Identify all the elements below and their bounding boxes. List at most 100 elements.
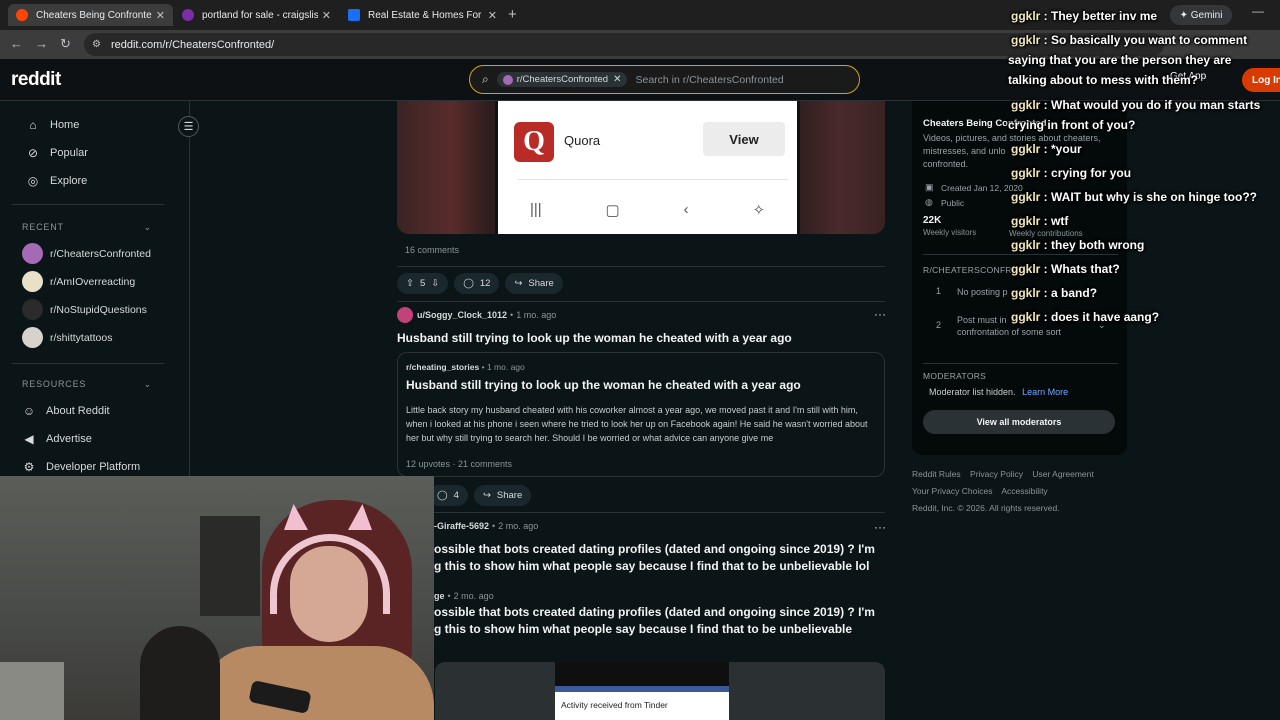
chat-message: ggklr : What would you do if you man sta…	[1011, 98, 1261, 112]
downvote-icon[interactable]: ⇩	[431, 278, 439, 289]
resources-section-toggle[interactable]: RESOURCES ⌄	[22, 379, 152, 390]
media-blur-background	[793, 101, 885, 234]
back-arrow-icon[interactable]: ←	[10, 36, 23, 51]
post-title-line: ossible that bots created dating profile…	[434, 542, 875, 556]
tab-craigslist[interactable]: portland for sale - craigslist ✕	[174, 4, 339, 26]
post-title[interactable]: Husband still trying to look up the woma…	[397, 330, 877, 347]
subreddit-avatar	[22, 327, 43, 348]
stream-chat-overlay: ggklr : They better inv me ggklr : So ba…	[1008, 0, 1280, 340]
recent-item-amioverreacting[interactable]: r/AmIOverreacting	[22, 271, 135, 292]
crosspost-card[interactable]: r/cheating_stories • 1 mo. ago Husband s…	[397, 352, 885, 477]
recent-section-toggle[interactable]: RECENT ⌄	[22, 222, 152, 233]
chat-username: ggklr	[1011, 166, 1041, 180]
weekly-visitors-value: 22K	[923, 215, 942, 226]
chat-text: So basically you want to comment	[1051, 33, 1248, 47]
chat-username: ggklr	[1011, 142, 1041, 156]
reddit-logo[interactable]: reddit	[11, 69, 61, 91]
chat-text: crying for you	[1051, 166, 1132, 180]
comments-count-text[interactable]: 16 comments	[405, 245, 459, 255]
site-info-icon[interactable]: ⚙	[92, 39, 101, 50]
divider	[518, 179, 788, 180]
crosspost-meta: ge • 2 mo. ago	[434, 591, 494, 601]
sidebar-item-about-reddit[interactable]: ☺ About Reddit	[22, 404, 110, 418]
footer-links: Reddit Rules Privacy Policy User Agreeme…	[912, 466, 1127, 517]
post-media[interactable]: Activity received from Tinder	[435, 662, 885, 720]
footer-link-privacy[interactable]: Privacy Policy	[970, 469, 1023, 479]
footer-link-accessibility[interactable]: Accessibility	[1001, 486, 1047, 496]
share-icon: ↪	[482, 490, 491, 501]
explore-icon: ◎	[27, 174, 39, 188]
chat-message-continuation: crying in front of you?	[1008, 118, 1136, 132]
chat-message: ggklr : WAIT but why is she on hinge too…	[1011, 190, 1258, 204]
search-scope-chip[interactable]: r/CheatersConfronted ✕	[496, 72, 628, 87]
chat-message-continuation: talking about to mess with them?	[1008, 73, 1199, 87]
upvote-icon[interactable]: ⇧	[406, 278, 414, 289]
footer-row: Your Privacy Choices Accessibility	[912, 483, 1127, 500]
search-icon: ⌕	[482, 72, 489, 86]
globe-icon: ◍	[925, 197, 933, 207]
close-tab-icon[interactable]: ✕	[156, 9, 165, 22]
recent-item-shittytattoos[interactable]: r/shittytattoos	[22, 327, 112, 348]
collapse-sidebar-button[interactable]: ☰	[178, 116, 199, 137]
post-media[interactable]: Q Quora View ||| ▢ ‹ ✧	[397, 101, 885, 234]
comments-button[interactable]: ◯ 12	[454, 273, 500, 294]
share-button[interactable]: ↪ Share	[473, 485, 532, 506]
post-title[interactable]: ossible that bots created dating profile…	[434, 541, 884, 575]
new-tab-button[interactable]: +	[508, 6, 517, 23]
chat-message: ggklr : they both wrong	[1011, 238, 1145, 252]
tab-real-estate[interactable]: Real Estate & Homes For Sale ✕	[340, 4, 505, 26]
view-all-moderators-button[interactable]: View all moderators	[923, 410, 1115, 434]
chat-text: WAIT but why is she on hinge too??	[1051, 190, 1258, 204]
sidebar-item-explore[interactable]: ◎ Explore	[26, 174, 88, 188]
chat-text: What would you do if you man starts	[1051, 98, 1261, 112]
sidebar-item-label: Home	[50, 119, 80, 131]
close-tab-icon[interactable]: ✕	[488, 9, 497, 22]
tab-cheaters-being-confronted[interactable]: Cheaters Being Confronted ✕	[8, 4, 173, 26]
search-bar[interactable]: ⌕ r/CheatersConfronted ✕	[469, 65, 860, 94]
webcam-overlay	[0, 476, 434, 720]
remove-scope-icon[interactable]: ✕	[613, 74, 621, 85]
sidebar-item-popular[interactable]: ⊘ Popular	[26, 146, 88, 160]
address-bar[interactable]: ⚙ reddit.com/r/CheatersConfronted/	[84, 33, 1164, 56]
notification-text: Activity received from Tinder	[555, 692, 729, 720]
subreddit-avatar	[22, 299, 43, 320]
recent-item-label: r/shittytattoos	[50, 331, 113, 344]
sidebar-item-advertise[interactable]: ◀ Advertise	[22, 432, 91, 446]
forward-arrow-icon[interactable]: →	[35, 36, 48, 51]
close-tab-icon[interactable]: ✕	[322, 9, 331, 22]
chevron-down-icon: ⌄	[143, 379, 152, 389]
post-author[interactable]: u/Soggy_Clock_1012	[417, 310, 507, 320]
share-label: Share	[528, 278, 554, 289]
recent-apps-icon: |||	[529, 201, 542, 218]
recent-item-nostupidquestions[interactable]: r/NoStupidQuestions	[22, 299, 147, 320]
search-input[interactable]	[635, 73, 836, 86]
divider	[923, 363, 1118, 364]
share-button[interactable]: ↪ Share	[505, 273, 563, 294]
post-options-icon[interactable]: ···	[874, 307, 886, 321]
chat-text: *your	[1051, 142, 1082, 156]
crosspost-subreddit[interactable]: r/cheating_stories	[406, 362, 479, 372]
learn-more-link[interactable]: Learn More	[1022, 387, 1068, 397]
gear-icon: ⚙	[23, 460, 35, 474]
crosspost-subreddit[interactable]: ge	[434, 591, 445, 601]
copyright: Reddit, Inc. © 2026. All rights reserved…	[912, 503, 1060, 513]
post-options-icon[interactable]: ···	[874, 520, 886, 534]
divider	[12, 363, 164, 364]
sidebar-item-home[interactable]: ⌂ Home	[26, 118, 79, 132]
reddit-favicon-icon	[16, 9, 28, 21]
footer-link-rules[interactable]: Reddit Rules	[912, 469, 961, 479]
chat-message-continuation: saying that you are the person they are	[1008, 53, 1232, 67]
phone-screenshot: Q Quora View ||| ▢ ‹ ✧	[495, 101, 800, 234]
reload-icon[interactable]: ↻	[60, 36, 71, 52]
recent-item-cheatersconfronted[interactable]: r/CheatersConfronted	[22, 243, 151, 264]
chat-message: ggklr : a band?	[1011, 286, 1098, 300]
visibility: ◍ Public	[925, 197, 964, 208]
sidebar-item-developer-platform[interactable]: ⚙ Developer Platform	[22, 460, 141, 474]
avatar[interactable]	[397, 307, 413, 323]
post-author[interactable]: -Giraffe-5692	[434, 521, 489, 531]
share-label: Share	[496, 490, 523, 501]
search-scope-label: r/CheatersConfronted	[516, 74, 609, 85]
footer-link-privacy-choices[interactable]: Your Privacy Choices	[912, 486, 992, 496]
chat-text: Whats that?	[1051, 262, 1120, 276]
footer-link-user-agreement[interactable]: User Agreement	[1032, 469, 1093, 479]
